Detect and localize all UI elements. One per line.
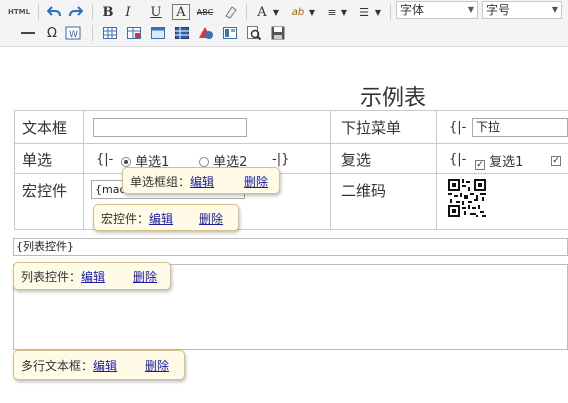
- row-label-macro: 宏控件: [22, 182, 68, 200]
- dropdown-prefix: {|-: [449, 120, 467, 135]
- radio-checked-icon[interactable]: [121, 157, 131, 167]
- chevron-down-icon[interactable]: ▼: [340, 3, 348, 21]
- col-divider: [330, 110, 331, 230]
- underline-button[interactable]: U: [148, 3, 164, 21]
- checkbox-option-1[interactable]: ✓ 复选1: [475, 151, 523, 170]
- radio-unchecked-icon[interactable]: [199, 157, 209, 167]
- dropdown-select[interactable]: 下拉: [472, 118, 568, 137]
- qrcode-image: [447, 178, 487, 218]
- preview-icon[interactable]: [246, 24, 262, 42]
- redo-icon[interactable]: [68, 3, 84, 21]
- save-icon[interactable]: [270, 24, 286, 42]
- undo-icon[interactable]: [46, 3, 62, 21]
- checkbox-option-2[interactable]: ✓: [551, 151, 561, 166]
- page-title: 示例表: [360, 86, 427, 111]
- unordered-list-icon[interactable]: ☰: [356, 3, 372, 21]
- font-border-button[interactable]: A: [172, 4, 190, 20]
- ordered-list-icon[interactable]: ≡: [324, 3, 340, 21]
- table-delete-icon[interactable]: [126, 24, 142, 42]
- edit-link[interactable]: 编辑: [149, 212, 173, 226]
- table-border: [14, 110, 568, 111]
- chevron-down-icon[interactable]: ▼: [272, 3, 280, 21]
- popup-label: 宏控件：: [101, 212, 150, 226]
- col-divider: [436, 110, 437, 230]
- delete-link[interactable]: 删除: [145, 359, 169, 373]
- chevron-down-icon: ▼: [551, 5, 558, 14]
- chevron-down-icon[interactable]: ▼: [308, 3, 316, 21]
- row-divider: [14, 143, 568, 144]
- highlight-color-icon[interactable]: ab: [288, 3, 308, 21]
- font-family-select[interactable]: 字体 ▼: [396, 1, 478, 19]
- popup-label: 多行文本框：: [21, 359, 94, 373]
- radio-group-popup: 单选框组：编辑 删除: [122, 167, 280, 194]
- italic-button[interactable]: I: [120, 3, 136, 21]
- textarea-popup: 多行文本框：编辑 删除: [13, 350, 185, 380]
- row-label-checkbox: 复选: [341, 151, 372, 169]
- row-label-textbox: 文本框: [22, 119, 68, 137]
- bold-button[interactable]: B: [100, 3, 116, 21]
- delete-link[interactable]: 删除: [133, 270, 157, 284]
- macro-popup: 宏控件：编辑 删除: [93, 204, 239, 231]
- col-divider: [14, 110, 15, 230]
- cell-props-icon[interactable]: [174, 24, 190, 42]
- delete-link[interactable]: 删除: [244, 175, 268, 189]
- popup-label: 单选框组：: [130, 175, 191, 189]
- eraser-icon[interactable]: [222, 3, 238, 21]
- delete-link[interactable]: 删除: [199, 212, 223, 226]
- font-size-select[interactable]: 字号 ▼: [482, 1, 562, 19]
- row-label-dropdown: 下拉菜单: [341, 119, 402, 137]
- radio-prefix: {|-: [96, 152, 114, 167]
- table-props-icon[interactable]: [150, 24, 166, 42]
- svg-text:W: W: [69, 30, 78, 40]
- text-input-field[interactable]: [93, 118, 247, 137]
- list-control-field[interactable]: {列表控件}: [13, 238, 568, 256]
- template-icon[interactable]: [222, 24, 238, 42]
- chevron-down-icon[interactable]: ▼: [374, 3, 382, 21]
- edit-link[interactable]: 编辑: [190, 175, 214, 189]
- radio-suffix: -|}: [272, 152, 290, 167]
- editor-toolbar: HTML B I U A ABC A ▼ ab ▼ ≡ ▼ ☰ ▼ 字体 ▼ 字号…: [0, 0, 568, 47]
- popup-label: 列表控件：: [21, 270, 82, 284]
- strikethrough-button[interactable]: ABC: [194, 3, 216, 21]
- word-import-icon[interactable]: W: [64, 24, 82, 42]
- shapes-icon[interactable]: [198, 24, 214, 42]
- html-source-button[interactable]: HTML: [6, 3, 32, 21]
- list-control-popup: 列表控件：编辑 删除: [13, 262, 171, 290]
- col-divider: [83, 110, 84, 230]
- chevron-down-icon: ▼: [467, 5, 474, 14]
- row-label-qrcode: 二维码: [341, 182, 387, 200]
- checkbox-prefix: {|-: [449, 152, 467, 167]
- horizontal-rule-icon[interactable]: [20, 24, 36, 42]
- special-char-icon[interactable]: Ω: [44, 24, 60, 42]
- font-color-button[interactable]: A: [254, 3, 270, 21]
- edit-link[interactable]: 编辑: [93, 359, 117, 373]
- edit-link[interactable]: 编辑: [81, 270, 105, 284]
- checkbox-checked-icon[interactable]: ✓: [475, 160, 485, 170]
- checkbox-checked-icon[interactable]: ✓: [551, 156, 561, 166]
- row-label-radio: 单选: [22, 151, 53, 169]
- row-divider: [14, 173, 568, 174]
- table-icon[interactable]: [102, 24, 118, 42]
